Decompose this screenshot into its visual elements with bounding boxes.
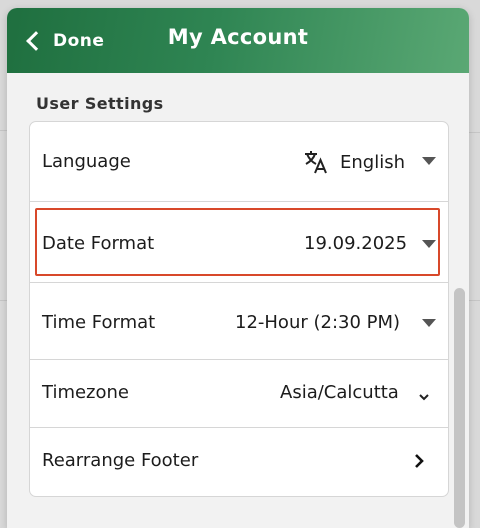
language-value: English xyxy=(340,152,405,173)
timezone-row[interactable]: Timezone Asia/Calcutta xyxy=(30,360,448,428)
rearrange-footer-label: Rearrange Footer xyxy=(42,450,199,471)
section-title: User Settings xyxy=(36,94,164,113)
chevron-right-icon xyxy=(412,452,426,474)
rearrange-footer-row[interactable]: Rearrange Footer xyxy=(30,428,448,496)
timezone-label: Timezone xyxy=(42,382,129,403)
language-row[interactable]: Language English xyxy=(30,122,448,202)
selection-highlight xyxy=(35,208,440,276)
page-title: My Account xyxy=(167,25,309,49)
background-divider xyxy=(469,132,480,133)
background-divider xyxy=(0,300,7,301)
background-divider xyxy=(469,300,480,301)
background-divider xyxy=(0,130,7,131)
chevron-down-icon xyxy=(418,387,430,406)
scrollbar[interactable] xyxy=(454,288,465,528)
time-format-row[interactable]: Time Format 12-Hour (2:30 PM) xyxy=(30,283,448,360)
account-modal: Done My Account User Settings Language E… xyxy=(7,8,469,528)
timezone-value: Asia/Calcutta xyxy=(280,382,399,403)
dropdown-arrow-icon xyxy=(422,157,436,165)
translate-icon xyxy=(303,149,329,175)
dropdown-arrow-icon xyxy=(422,319,436,327)
settings-card: Language English Date Format 19.09.2025 … xyxy=(29,121,449,497)
modal-header: Done My Account xyxy=(7,8,469,73)
language-label: Language xyxy=(42,151,131,172)
time-format-value: 12-Hour (2:30 PM) xyxy=(235,312,401,333)
time-format-label: Time Format xyxy=(42,312,156,333)
